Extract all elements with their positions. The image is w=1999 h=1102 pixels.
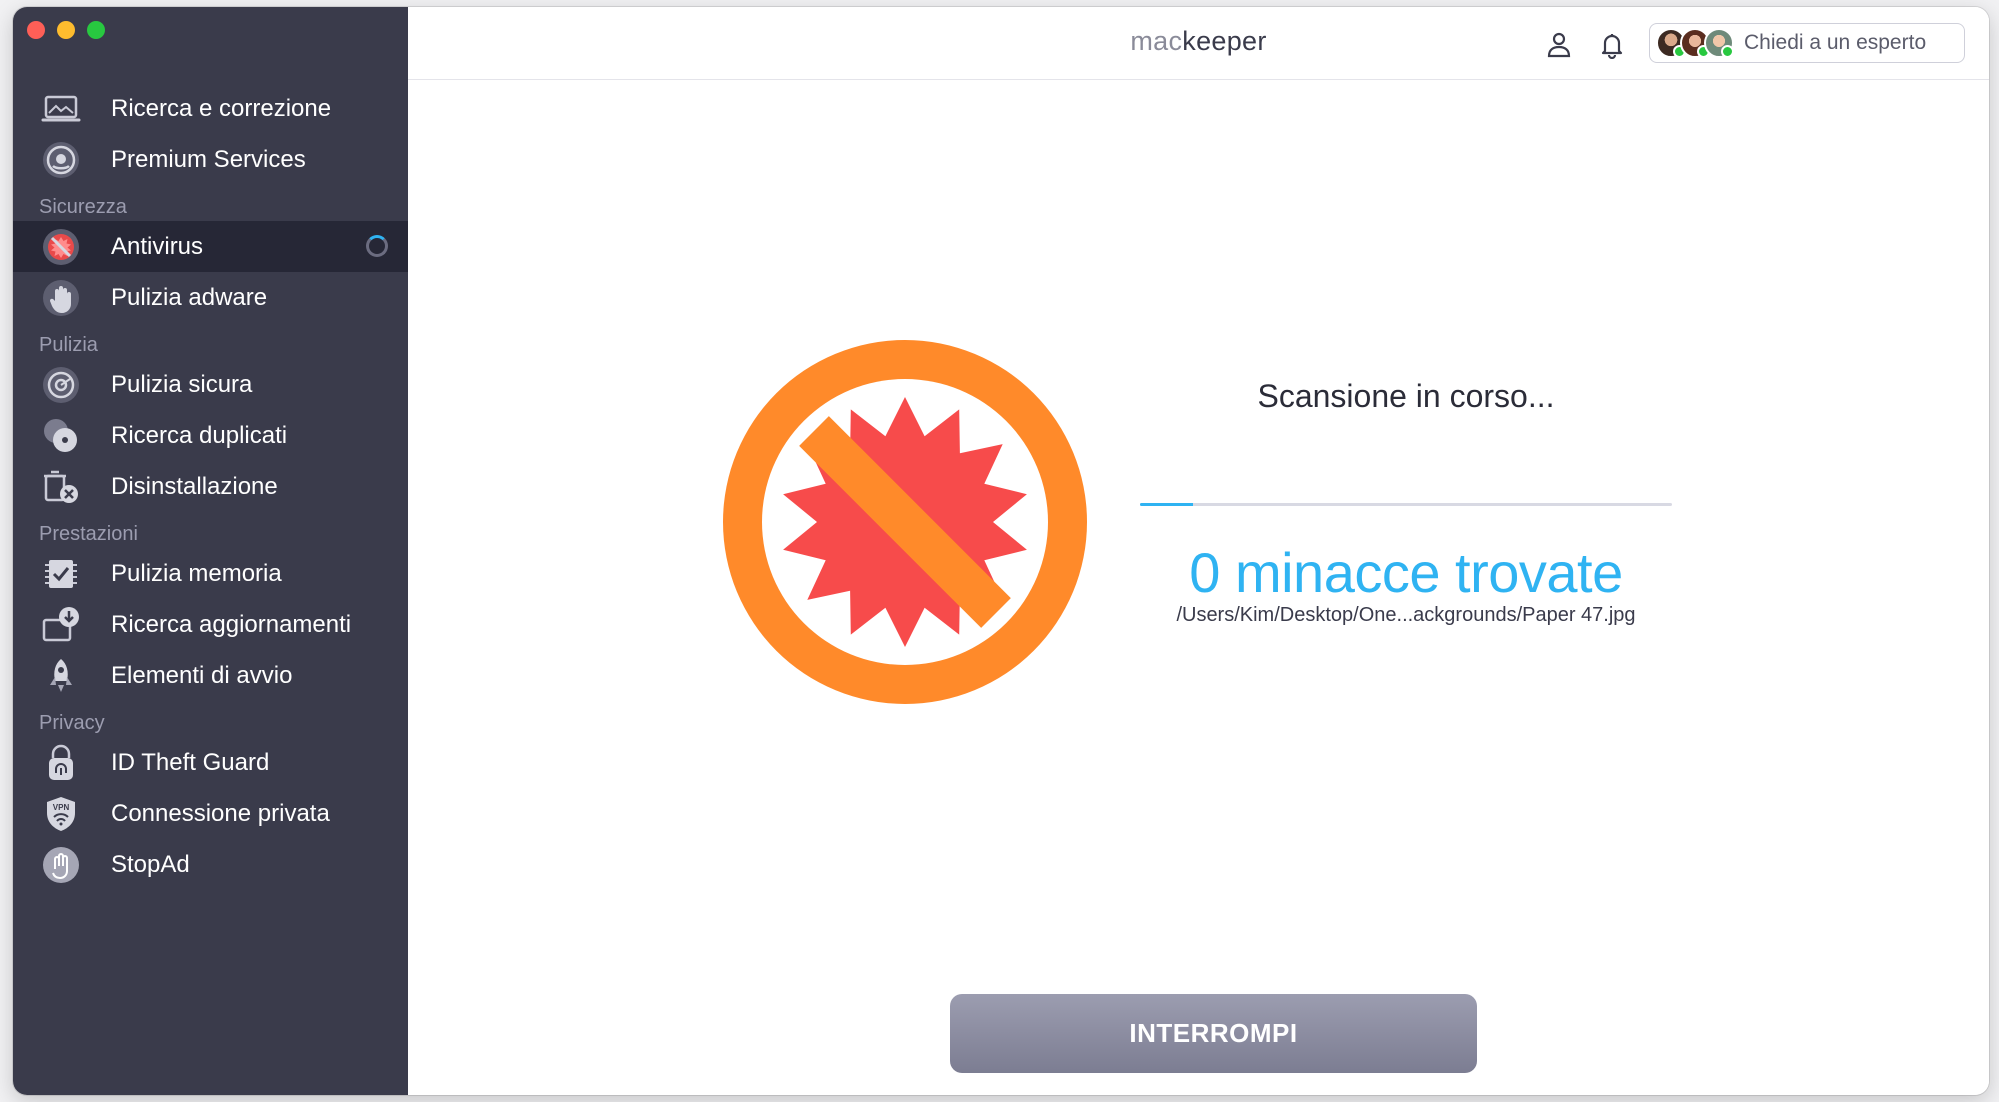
- stopad-hand-icon: [39, 843, 83, 887]
- disk-clean-icon: [39, 363, 83, 407]
- laptop-scan-icon: [39, 87, 83, 131]
- section-heading-pulizia: Pulizia: [39, 334, 98, 356]
- sidebar-item-ricerca-duplicati[interactable]: Ricerca duplicati: [13, 410, 408, 461]
- sidebar-item-label: Ricerca aggiornamenti: [111, 610, 352, 638]
- uninstall-icon: [39, 465, 83, 509]
- zoom-window-button[interactable]: [87, 21, 105, 39]
- sidebar-item-label: Antivirus: [111, 232, 204, 260]
- sidebar-item-label: Ricerca duplicati: [111, 421, 288, 449]
- memory-check-icon: [39, 552, 83, 596]
- virus-blocked-icon: [723, 340, 1087, 704]
- bell-icon[interactable]: [1597, 29, 1627, 59]
- antivirus-scan-panel: Scansione in corso... 0 minacce trovate …: [408, 80, 1989, 1095]
- sidebar-item-id-theft-guard[interactable]: ID Theft Guard: [13, 737, 408, 788]
- window-controls: [27, 21, 105, 39]
- sidebar-item-connessione-privata[interactable]: VPN Connessione privata: [13, 788, 408, 839]
- ask-expert-button[interactable]: Chiedi a un esperto: [1649, 23, 1965, 63]
- section-heading-prestazioni: Prestazioni: [39, 523, 138, 545]
- headset-icon: [39, 138, 83, 182]
- user-icon[interactable]: [1544, 29, 1574, 59]
- threats-found-count: 0 minacce trovate: [1189, 541, 1623, 604]
- update-download-icon: [39, 603, 83, 647]
- antivirus-icon: [39, 225, 83, 269]
- expert-avatars: [1656, 28, 1734, 58]
- logo-suffix: keeper: [1182, 26, 1267, 56]
- sidebar-item-stopad[interactable]: StopAd: [13, 839, 408, 890]
- sidebar-item-pulizia-adware[interactable]: Pulizia adware: [13, 272, 408, 323]
- sidebar-item-elementi-avvio[interactable]: Elementi di avvio: [13, 650, 408, 701]
- sidebar-item-label: StopAd: [111, 850, 190, 878]
- sidebar-item-label: Pulizia adware: [111, 283, 268, 311]
- current-scan-path: /Users/Kim/Desktop/One...ackgrounds/Pape…: [1176, 604, 1636, 626]
- sidebar: Ricerca e correzione Premium Services Si…: [13, 7, 408, 1095]
- sidebar-item-label: ID Theft Guard: [111, 748, 270, 776]
- rocket-icon: [39, 654, 83, 698]
- close-window-button[interactable]: [27, 21, 45, 39]
- hand-stop-icon: [39, 276, 83, 320]
- sidebar-item-disinstallazione[interactable]: Disinstallazione: [13, 461, 408, 512]
- sidebar-item-label: Pulizia sicura: [111, 370, 253, 398]
- section-heading-privacy: Privacy: [39, 712, 105, 734]
- sidebar-item-label: Pulizia memoria: [111, 559, 282, 587]
- sidebar-item-label: Elementi di avvio: [111, 661, 293, 689]
- vpn-icon-text: VPN: [53, 803, 70, 812]
- sidebar-nav: Ricerca e correzione Premium Services Si…: [13, 83, 408, 890]
- vpn-shield-icon: VPN: [39, 792, 83, 836]
- scan-progress-bar: [1140, 503, 1672, 506]
- sidebar-item-label: Connessione privata: [111, 799, 330, 827]
- ask-expert-label: Chiedi a un esperto: [1744, 31, 1927, 54]
- sidebar-item-pulizia-sicura[interactable]: Pulizia sicura: [13, 359, 408, 410]
- scan-progress-spinner-icon: [366, 235, 388, 257]
- minimize-window-button[interactable]: [57, 21, 75, 39]
- top-bar: mackeeper Chiedi a un esperto: [408, 7, 1989, 80]
- scan-status-title: Scansione in corso...: [1257, 378, 1555, 414]
- sidebar-item-label: Disinstallazione: [111, 472, 278, 500]
- duplicates-icon: [39, 414, 83, 458]
- logo-prefix: mac: [1130, 26, 1183, 56]
- sidebar-item-label: Ricerca e correzione: [111, 94, 332, 122]
- fingerprint-lock-icon: [39, 741, 83, 785]
- app-window: Ricerca e correzione Premium Services Si…: [13, 7, 1989, 1095]
- scan-progress-fill: [1140, 503, 1194, 506]
- stop-scan-button[interactable]: INTERROMPI: [950, 994, 1477, 1073]
- avatar: [1704, 28, 1734, 58]
- sidebar-item-premium-services[interactable]: Premium Services: [13, 134, 408, 185]
- sidebar-item-label: Premium Services: [111, 145, 306, 173]
- sidebar-item-antivirus[interactable]: Antivirus: [13, 221, 408, 272]
- section-heading-sicurezza: Sicurezza: [39, 196, 127, 218]
- sidebar-item-ricerca-correzione[interactable]: Ricerca e correzione: [13, 83, 408, 134]
- sidebar-item-pulizia-memoria[interactable]: Pulizia memoria: [13, 548, 408, 599]
- sidebar-item-ricerca-aggiornamenti[interactable]: Ricerca aggiornamenti: [13, 599, 408, 650]
